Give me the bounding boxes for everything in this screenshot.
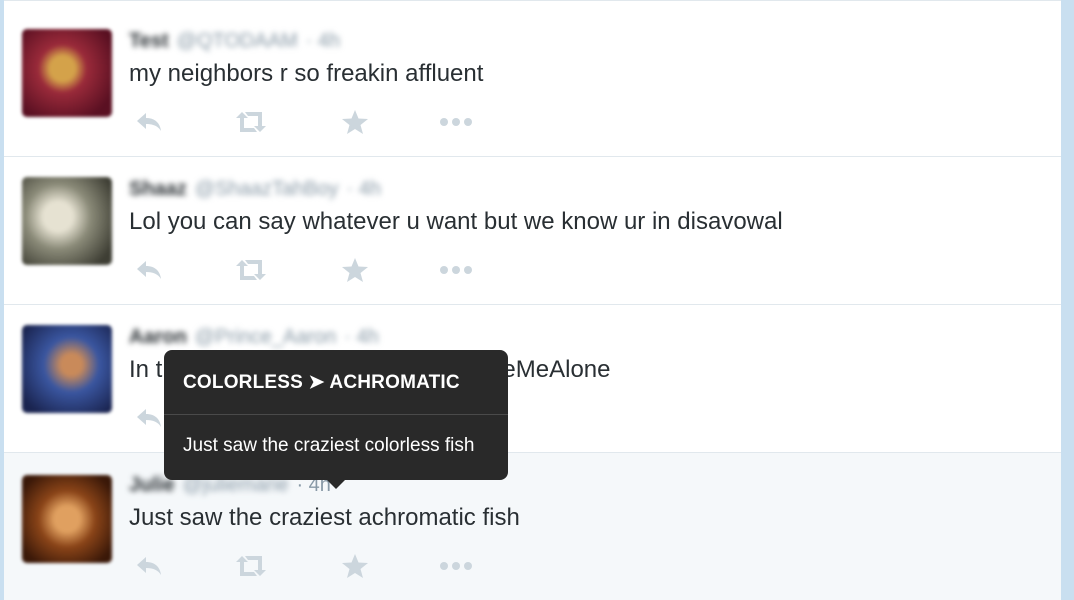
avatar[interactable]: [22, 475, 112, 563]
tweet-header: Shaaz @ShaazTahBoy · 4h: [129, 177, 381, 201]
tweet[interactable]: Aaron @Prince_Aaron · 4h In t eMeAlone: [4, 305, 1061, 453]
tooltip-divider: [164, 414, 508, 415]
retweet-icon[interactable]: [233, 255, 269, 285]
favorite-icon[interactable]: [337, 551, 373, 581]
tweet[interactable]: Test @QTODAAM · 4h my neighbors r so fre…: [4, 9, 1061, 157]
tweet-text: Just saw the craziest achromatic fish: [129, 504, 520, 531]
tweet-text: my neighbors r so freakin affluent: [129, 60, 484, 87]
more-icon[interactable]: [438, 107, 474, 137]
favorite-icon[interactable]: [337, 255, 373, 285]
reply-icon[interactable]: [131, 551, 167, 581]
retweet-icon[interactable]: [233, 107, 269, 137]
author-name[interactable]: Test: [129, 30, 169, 53]
more-icon[interactable]: [438, 255, 474, 285]
reply-icon[interactable]: [131, 403, 167, 433]
author-handle[interactable]: @QTODAAM: [177, 30, 298, 53]
tweet[interactable]: Shaaz @ShaazTahBoy · 4h Lol you can say …: [4, 157, 1061, 305]
timeline: Test @QTODAAM · 4h my neighbors r so fre…: [4, 0, 1061, 600]
tweet-time[interactable]: · 4h: [344, 326, 378, 349]
tooltip-title: COLORLESS ➤ ACHROMATIC: [183, 372, 460, 393]
reply-icon[interactable]: [131, 107, 167, 137]
tweet-text: Lol you can say whatever u want but we k…: [129, 208, 783, 235]
tweet-header: Aaron @Prince_Aaron · 4h: [129, 325, 379, 349]
favorite-icon[interactable]: [337, 107, 373, 137]
more-icon[interactable]: [438, 551, 474, 581]
tooltip-body: Just saw the craziest colorless fish: [183, 435, 475, 456]
author-name[interactable]: Aaron: [129, 326, 187, 349]
avatar[interactable]: [22, 325, 112, 413]
author-handle[interactable]: @Prince_Aaron: [195, 326, 336, 349]
tweet-header: Test @QTODAAM · 4h: [129, 29, 340, 53]
avatar[interactable]: [22, 29, 112, 117]
avatar[interactable]: [22, 177, 112, 265]
tweet[interactable]: Julie @juliemarie · 4h Just saw the craz…: [4, 453, 1061, 600]
author-name[interactable]: Shaaz: [129, 178, 187, 201]
author-handle[interactable]: @ShaazTahBoy: [195, 178, 339, 201]
suggestion-tooltip[interactable]: COLORLESS ➤ ACHROMATIC Just saw the craz…: [164, 350, 508, 489]
tweet-time[interactable]: · 4h: [347, 178, 381, 201]
retweet-icon[interactable]: [233, 551, 269, 581]
tweet-time[interactable]: · 4h: [306, 30, 340, 53]
reply-icon[interactable]: [131, 255, 167, 285]
